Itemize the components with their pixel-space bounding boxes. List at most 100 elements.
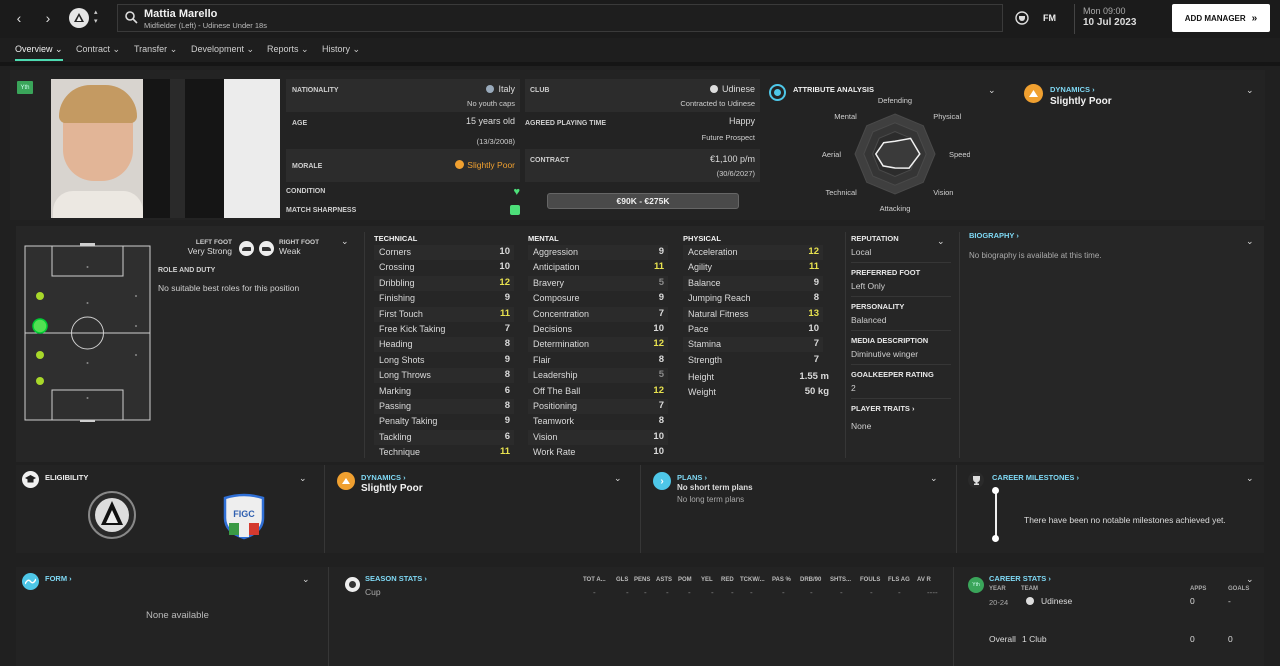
attribute-row[interactable]: Dribbling 12 — [374, 275, 514, 291]
attribute-row[interactable]: Marking 6 — [374, 384, 514, 399]
transfer-value-bar[interactable]: €90K - €275K — [547, 193, 739, 209]
dynamics-link[interactable]: DYNAMICS › — [1050, 85, 1095, 94]
tab-history[interactable]: History ⌄ — [322, 44, 360, 55]
chevron-down-icon[interactable]: ⌄ — [937, 236, 945, 247]
attribute-row[interactable]: Tackling 6 — [374, 429, 514, 445]
tab-reports[interactable]: Reports ⌄ — [267, 44, 309, 55]
trophy-icon[interactable] — [1014, 10, 1030, 26]
season-stat-header[interactable]: PENS — [634, 577, 650, 583]
tab-development[interactable]: Development ⌄ — [191, 44, 254, 55]
chevron-down-icon[interactable]: ⌄ — [1246, 473, 1254, 484]
attribute-row[interactable]: Aggression 9 — [528, 245, 668, 260]
attribute-row[interactable]: Vision 10 — [528, 429, 668, 445]
milestones-link[interactable]: CAREER MILESTONES › — [992, 473, 1079, 482]
season-stats-link[interactable]: SEASON STATS › — [365, 574, 427, 583]
attribute-row[interactable]: Corners 10 — [374, 245, 514, 260]
season-stat-header[interactable]: FOULS — [860, 577, 880, 583]
tab-transfer[interactable]: Transfer ⌄ — [134, 44, 177, 55]
club-crest-icon[interactable] — [69, 8, 89, 28]
attribute-row[interactable]: Jumping Reach 8 — [683, 291, 823, 306]
player-traits[interactable]: PLAYER TRAITS › None — [851, 404, 951, 431]
attribute-row[interactable]: Free Kick Taking 7 — [374, 322, 514, 337]
biography-link[interactable]: BIOGRAPHY › — [969, 231, 1019, 240]
attribute-row[interactable]: Decisions 10 — [528, 322, 668, 337]
attribute-row[interactable]: Heading 8 — [374, 337, 514, 353]
position-dot[interactable] — [36, 377, 44, 385]
natural-position-dot[interactable] — [32, 318, 48, 334]
attribute-row[interactable]: Long Shots 9 — [374, 353, 514, 368]
udinese-crest[interactable] — [88, 490, 136, 540]
attribute-row[interactable]: Teamwork 8 — [528, 414, 668, 429]
morale-row[interactable]: MORALE Slightly Poor — [286, 149, 520, 182]
season-stat-header[interactable]: ASTS — [656, 577, 672, 583]
position-dot[interactable] — [36, 292, 44, 300]
season-stat-header[interactable]: RED — [721, 577, 734, 583]
search-bar[interactable]: Mattia Marello Midfielder (Left) - Udine… — [117, 4, 1003, 32]
attribute-row[interactable]: Positioning 7 — [528, 399, 668, 414]
plans-link[interactable]: PLANS › — [677, 473, 707, 482]
date-display[interactable]: Mon 09:00 10 Jul 2023 — [1074, 4, 1164, 34]
season-stat-header[interactable]: PAS % — [772, 577, 791, 583]
chevron-down-icon[interactable]: ⌄ — [930, 473, 938, 484]
position-pitch[interactable] — [24, 243, 152, 422]
tab-contract[interactable]: Contract ⌄ — [76, 44, 120, 55]
attribute-row[interactable]: Work Rate 10 — [528, 445, 668, 460]
season-stat-header[interactable]: TCKW/... — [740, 577, 765, 583]
chevron-down-icon[interactable]: ⌄ — [614, 473, 622, 484]
attribute-row[interactable]: Crossing 10 — [374, 260, 514, 275]
chevron-down-icon[interactable]: ⌄ — [988, 85, 996, 96]
chevron-down-icon: ⌄ — [301, 44, 309, 54]
attribute-row[interactable]: Determination 12 — [528, 337, 668, 353]
attribute-row[interactable]: Pace 10 — [683, 322, 823, 337]
season-stat-header[interactable]: GLS — [616, 577, 628, 583]
season-stat-header[interactable]: POM — [678, 577, 692, 583]
attribute-row[interactable]: Agility 11 — [683, 260, 823, 275]
season-stat-header[interactable]: TOT A... — [583, 577, 606, 583]
attribute-row[interactable]: Acceleration 12 — [683, 245, 823, 260]
figc-crest[interactable]: FIGC — [220, 490, 268, 540]
attribute-row[interactable]: Finishing 9 — [374, 291, 514, 306]
chevron-down-icon[interactable]: ⌄ — [299, 473, 307, 484]
attribute-row[interactable]: Composure 9 — [528, 291, 668, 306]
attribute-row[interactable]: Leadership 5 — [528, 368, 668, 384]
attribute-row[interactable]: Technique 11 — [374, 445, 514, 460]
attribute-row[interactable]: Natural Fitness 13 — [683, 306, 823, 322]
add-manager-button[interactable]: ADD MANAGER » — [1172, 4, 1270, 32]
attribute-row[interactable]: Stamina 7 — [683, 337, 823, 353]
tab-overview[interactable]: Overview ⌄ — [15, 44, 63, 61]
nationality-row[interactable]: NATIONALITY Italy No youth caps — [286, 79, 520, 112]
chevron-down-icon[interactable]: ⌄ — [1246, 85, 1254, 96]
attribute-row[interactable]: Passing 8 — [374, 399, 514, 414]
chevron-down-icon[interactable]: ⌄ — [341, 236, 349, 247]
chevron-down-icon[interactable]: ⌄ — [1246, 236, 1254, 247]
club-row[interactable]: CLUB Udinese Contracted to Udinese — [525, 79, 760, 112]
attribute-row[interactable]: Long Throws 8 — [374, 368, 514, 384]
attribute-row[interactable]: Off The Ball 12 — [528, 384, 668, 399]
season-stat-header[interactable]: FLS AG — [888, 577, 910, 583]
chevron-down-icon[interactable]: ⌄ — [1246, 574, 1254, 585]
season-stat-header[interactable]: SHTS... — [830, 577, 851, 583]
fm-logo[interactable]: FM — [1043, 13, 1056, 23]
forward-arrow-icon[interactable]: › — [37, 6, 59, 30]
chevron-down-icon[interactable]: ⌄ — [302, 574, 310, 585]
form-link[interactable]: FORM › — [45, 574, 72, 583]
attribute-row[interactable]: Concentration 7 — [528, 306, 668, 322]
season-stat-header[interactable]: DRB/90 — [800, 577, 821, 583]
back-arrow-icon[interactable]: ‹ — [8, 6, 30, 30]
right-boot-icon — [259, 241, 274, 256]
attribute-row[interactable]: Bravery 5 — [528, 275, 668, 291]
attribute-row[interactable]: First Touch 11 — [374, 306, 514, 322]
attribute-row[interactable]: Strength 7 — [683, 353, 823, 368]
season-stat-header[interactable]: YEL — [701, 577, 713, 583]
career-team[interactable]: Udinese — [1041, 596, 1072, 606]
attribute-row[interactable]: Penalty Taking 9 — [374, 414, 514, 429]
season-stat-header[interactable]: AV R — [917, 577, 931, 583]
dynamics-link[interactable]: DYNAMICS › — [361, 473, 406, 482]
attribute-row[interactable]: Anticipation 11 — [528, 260, 668, 275]
attribute-row[interactable]: Balance 9 — [683, 275, 823, 291]
crest-switch-arrows-icon[interactable]: ▴ ▾ — [94, 8, 104, 26]
career-stats-link[interactable]: CAREER STATS › — [989, 574, 1051, 583]
attribute-row[interactable]: Flair 8 — [528, 353, 668, 368]
position-dot[interactable] — [36, 351, 44, 359]
contract-row[interactable]: CONTRACT €1,100 p/m (30/6/2027) — [525, 149, 760, 182]
